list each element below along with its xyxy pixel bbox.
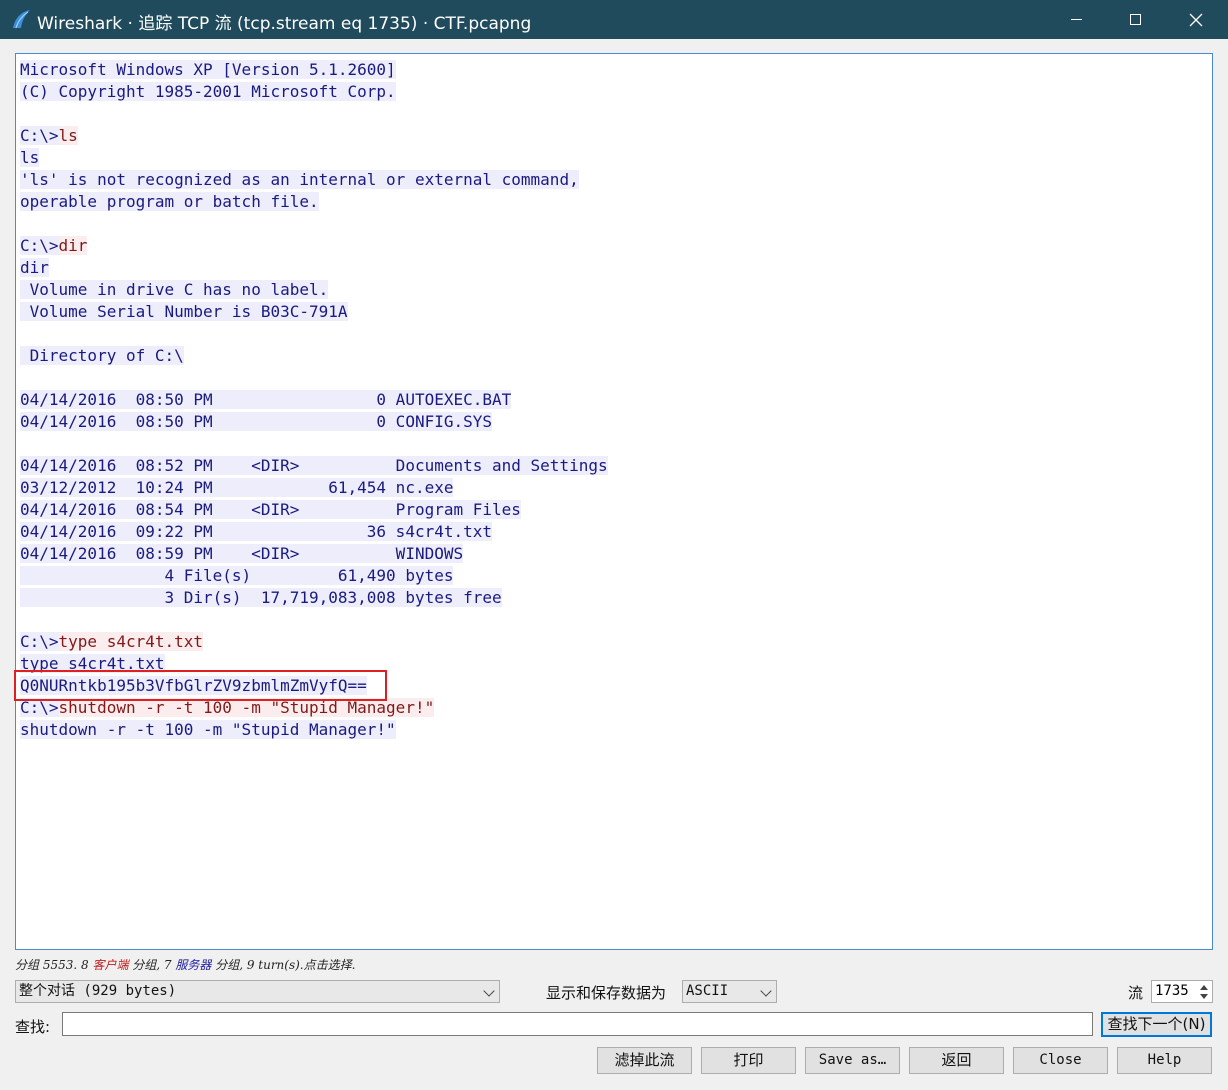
status-server-label: 服务器: [175, 958, 212, 972]
server-text: Volume in drive C has no label.: [20, 280, 329, 299]
status-part-3: 分组, 9 turn(s).点击选择.: [211, 958, 356, 972]
server-text: 4 File(s) 61,490 bytes: [20, 566, 454, 585]
server-text: Microsoft Windows XP [Version 5.1.2600]: [20, 60, 396, 79]
stream-line: 04/14/2016 08:50 PM 0 AUTOEXEC.BAT: [20, 389, 608, 411]
find-next-button[interactable]: 查找下一个(N): [1101, 1012, 1212, 1037]
stream-line: C:\>type s4cr4t.txt: [20, 631, 608, 653]
spin-down-icon[interactable]: [1197, 992, 1211, 1002]
stream-line: C:\>dir: [20, 235, 608, 257]
stream-line: [20, 609, 608, 631]
stream-line: 04/14/2016 08:50 PM 0 CONFIG.SYS: [20, 411, 608, 433]
server-text: C:\>: [20, 632, 59, 651]
client-text: type s4cr4t.txt: [58, 632, 204, 651]
stream-line: [20, 103, 608, 125]
stream-number-label: 流: [1128, 984, 1144, 1002]
back-button[interactable]: 返回: [909, 1047, 1004, 1074]
print-button[interactable]: 打印: [701, 1047, 796, 1074]
stream-status-text: 分组 5553. 8 客户端 分组, 7 服务器 分组, 9 turn(s).点…: [15, 956, 355, 973]
stream-line: 4 File(s) 61,490 bytes: [20, 565, 608, 587]
server-text: C:\>: [20, 126, 59, 145]
find-input[interactable]: [62, 1012, 1093, 1036]
stream-content-pane[interactable]: Microsoft Windows XP [Version 5.1.2600] (…: [15, 53, 1213, 950]
wireshark-fin-icon: [13, 10, 30, 29]
server-text: operable program or batch file.: [20, 192, 319, 211]
server-text: 04/14/2016 08:54 PM <DIR> Program Files: [20, 500, 521, 519]
server-text: ls: [20, 148, 40, 167]
stream-line: Directory of C:\: [20, 345, 608, 367]
show-data-as-label: 显示和保存数据为: [546, 984, 667, 1002]
stream-line: 03/12/2012 10:24 PM 61,454 nc.exe: [20, 477, 608, 499]
chevron-down-icon: [760, 985, 772, 997]
stream-line: [20, 433, 608, 455]
stream-line: shutdown -r -t 100 -m "Stupid Manager!": [20, 719, 608, 741]
maximize-button[interactable]: [1106, 0, 1166, 39]
conversation-select[interactable]: 整个对话 (929 bytes): [15, 980, 500, 1003]
stream-line: 'ls' is not recognized as an internal or…: [20, 169, 608, 191]
client-text: dir: [58, 236, 88, 255]
server-text: shutdown -r -t 100 -m "Stupid Manager!": [20, 720, 396, 739]
stream-number-spinbox[interactable]: 1735: [1151, 980, 1213, 1003]
flag-highlight-box: [14, 670, 387, 701]
server-text: 04/14/2016 08:50 PM 0 CONFIG.SYS: [20, 412, 493, 431]
server-text: C:\>: [20, 236, 59, 255]
server-text: 'ls' is not recognized as an internal or…: [20, 170, 579, 189]
status-part-2: 分组, 7: [128, 958, 176, 972]
window-title: Wireshark · 追踪 TCP 流 (tcp.stream eq 1735…: [37, 14, 532, 34]
server-text: dir: [20, 258, 49, 277]
filter-out-stream-button[interactable]: 滤掉此流: [597, 1047, 692, 1074]
stream-line: Volume in drive C has no label.: [20, 279, 608, 301]
stream-line: 04/14/2016 08:52 PM <DIR> Documents and …: [20, 455, 608, 477]
stream-line: 04/14/2016 08:54 PM <DIR> Program Files: [20, 499, 608, 521]
title-bar: Wireshark · 追踪 TCP 流 (tcp.stream eq 1735…: [0, 0, 1228, 39]
minimize-button[interactable]: [1046, 0, 1106, 39]
stream-line: operable program or batch file.: [20, 191, 608, 213]
status-client-label: 客户端: [92, 958, 129, 972]
stream-line: 3 Dir(s) 17,719,083,008 bytes free: [20, 587, 608, 609]
find-label: 查找:: [15, 1018, 51, 1036]
stream-line: [20, 323, 608, 345]
chevron-down-icon: [483, 985, 495, 997]
server-text: 04/14/2016 08:59 PM <DIR> WINDOWS: [20, 544, 464, 563]
stream-line: (C) Copyright 1985-2001 Microsoft Corp.: [20, 81, 608, 103]
server-text: 03/12/2012 10:24 PM 61,454 nc.exe: [20, 478, 454, 497]
stream-line: 04/14/2016 09:22 PM 36 s4cr4t.txt: [20, 521, 608, 543]
stream-number-value: 1735: [1155, 983, 1189, 999]
stream-line: [20, 367, 608, 389]
server-text: 04/14/2016 08:50 PM 0 AUTOEXEC.BAT: [20, 390, 512, 409]
server-text: Directory of C:\: [20, 346, 184, 365]
close-window-button[interactable]: [1166, 0, 1226, 39]
conversation-select-value: 整个对话 (929 bytes): [19, 983, 177, 999]
server-text: 3 Dir(s) 17,719,083,008 bytes free: [20, 588, 502, 607]
stream-line: 04/14/2016 08:59 PM <DIR> WINDOWS: [20, 543, 608, 565]
stream-line: ls: [20, 147, 608, 169]
data-format-select[interactable]: ASCII: [682, 980, 777, 1003]
minimize-icon: [1071, 19, 1082, 20]
stream-line: [20, 213, 608, 235]
server-text: 04/14/2016 09:22 PM 36 s4cr4t.txt: [20, 522, 493, 541]
stream-text: Microsoft Windows XP [Version 5.1.2600] (…: [20, 59, 608, 741]
data-format-value: ASCII: [686, 983, 729, 999]
close-icon: [1189, 13, 1203, 27]
maximize-icon: [1130, 14, 1141, 25]
stream-line: dir: [20, 257, 608, 279]
spin-up-icon[interactable]: [1197, 982, 1211, 992]
save-as-button[interactable]: Save as…: [805, 1047, 900, 1074]
client-text: ls: [58, 126, 78, 145]
server-text: 04/14/2016 08:52 PM <DIR> Documents and …: [20, 456, 608, 475]
status-part-1: 分组 5553. 8: [15, 958, 93, 972]
close-button[interactable]: Close: [1013, 1047, 1108, 1074]
stream-line: Volume Serial Number is B03C-791A: [20, 301, 608, 323]
server-text: Volume Serial Number is B03C-791A: [20, 302, 348, 321]
stream-line: Microsoft Windows XP [Version 5.1.2600]: [20, 59, 608, 81]
server-text: (C) Copyright 1985-2001 Microsoft Corp.: [20, 82, 396, 101]
stream-line: C:\>ls: [20, 125, 608, 147]
help-button[interactable]: Help: [1117, 1047, 1212, 1074]
